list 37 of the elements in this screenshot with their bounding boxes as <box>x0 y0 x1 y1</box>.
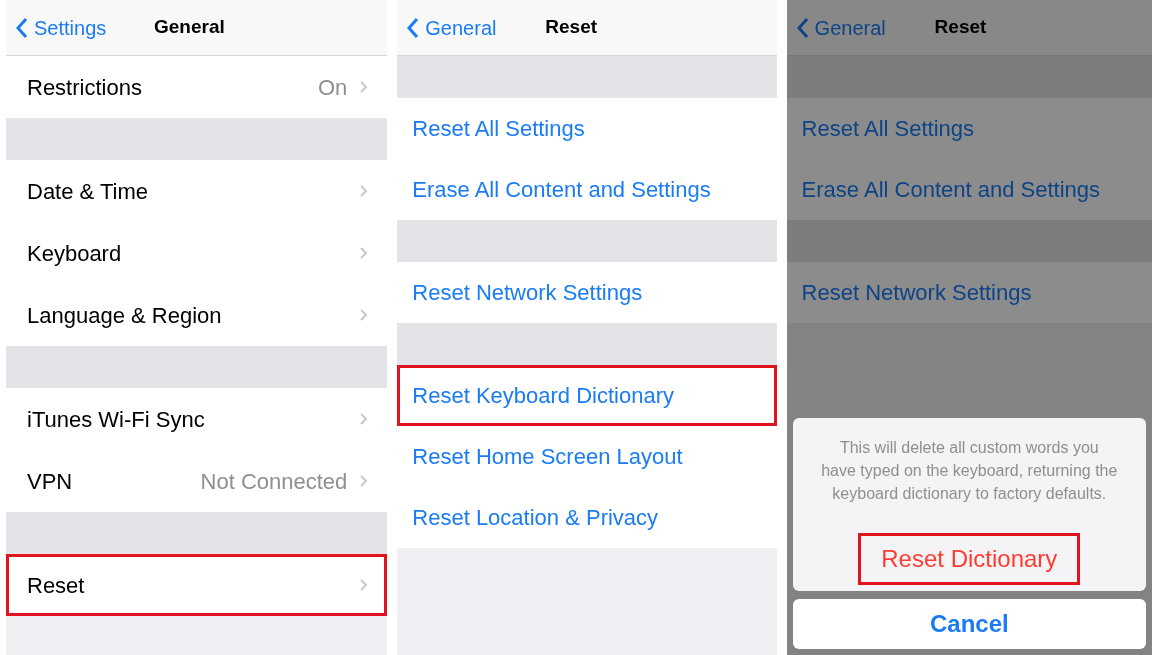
row-value: On <box>317 73 348 102</box>
row-label: Restrictions <box>27 73 143 102</box>
row-value: Not Connected <box>200 467 348 496</box>
settings-row[interactable]: VPN Not Connected <box>6 450 388 512</box>
reset-option[interactable]: Reset Network Settings <box>397 262 777 323</box>
settings-row[interactable]: Language & Region <box>6 284 388 346</box>
nav-title: General <box>154 15 225 40</box>
back-button[interactable]: General <box>407 12 546 43</box>
nav-title: Reset <box>545 15 598 40</box>
back-chevron-icon <box>796 16 809 39</box>
settings-row[interactable]: Reset <box>6 554 388 616</box>
reset-option[interactable]: Reset Network Settings <box>786 262 1152 323</box>
settings-row[interactable]: Date & Time <box>6 160 388 222</box>
settings-row[interactable]: Keyboard <box>6 222 388 284</box>
row-label: VPN <box>27 467 74 496</box>
row-label: iTunes Wi-Fi Sync <box>27 405 206 434</box>
row-label: Reset <box>27 571 86 600</box>
reset-option[interactable]: Reset Location & Privacy <box>397 487 777 548</box>
reset-option[interactable]: Reset All Settings <box>397 98 777 159</box>
nav-title: Reset <box>934 15 987 40</box>
back-button[interactable]: Settings <box>16 12 154 43</box>
settings-row[interactable]: iTunes Wi-Fi Sync <box>6 388 388 450</box>
reset-option[interactable]: Reset All Settings <box>786 98 1152 159</box>
settings-row[interactable]: Restrictions On <box>6 56 388 118</box>
cancel-button[interactable]: Cancel <box>792 599 1146 649</box>
row-label: Language & Region <box>27 301 223 330</box>
reset-dictionary-button[interactable]: Reset Dictionary <box>858 533 1081 585</box>
row-label: Date & Time <box>27 177 150 206</box>
reset-option[interactable]: Erase All Content and Settings <box>397 159 777 220</box>
back-chevron-icon <box>407 16 420 39</box>
back-chevron-icon <box>16 16 28 39</box>
reset-option[interactable]: Erase All Content and Settings <box>786 159 1152 220</box>
alert-message: This will delete all custom words you have typed on the keyboard, returning the keyboard dictionary to factory defaults. <box>820 438 1118 504</box>
back-button[interactable]: General <box>796 12 935 43</box>
row-label: Keyboard <box>27 239 123 268</box>
reset-option[interactable]: Reset Keyboard Dictionary <box>397 365 777 426</box>
reset-option[interactable]: Reset Home Screen Layout <box>397 426 777 487</box>
